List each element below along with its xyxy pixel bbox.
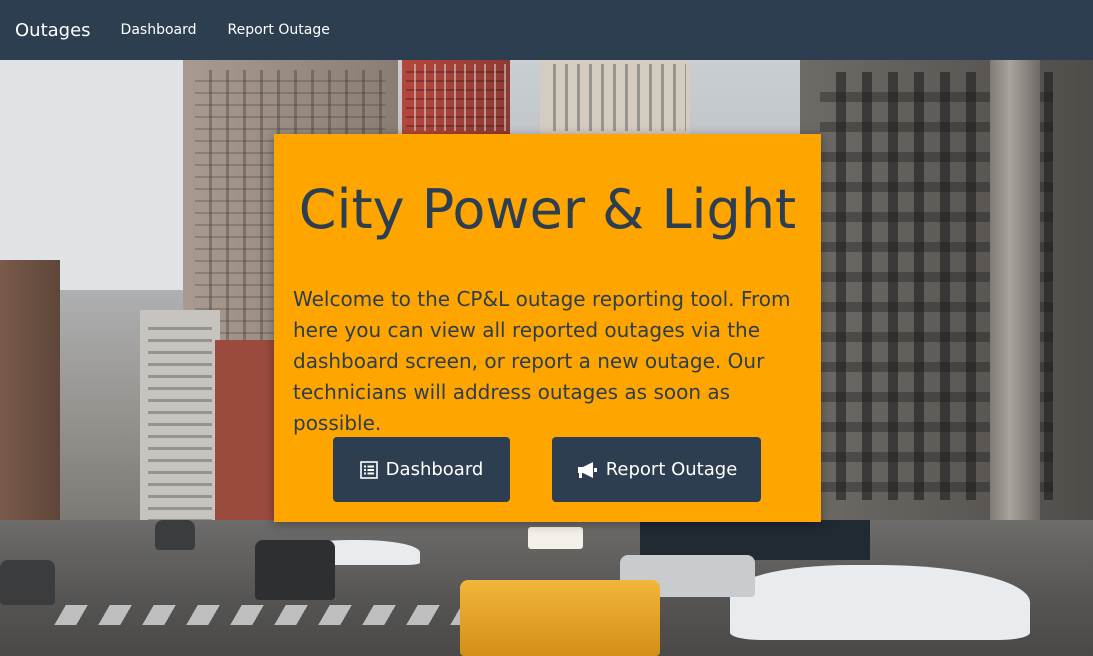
snow-pile [730,565,1030,640]
nav-link-dashboard[interactable]: Dashboard [121,22,197,38]
building-left [0,260,60,560]
building-brick [215,340,275,540]
storefront [640,520,870,560]
nav-link-report-outage[interactable]: Report Outage [228,22,330,38]
taxi-cab [460,580,660,656]
bullhorn-icon [576,461,598,479]
welcome-text: Welcome to the CP&L outage reporting too… [293,287,791,435]
welcome-jumbotron: City Power & Light Welcome to the CP&L o… [274,134,821,522]
sky-backdrop [0,60,183,290]
dashboard-button[interactable]: Dashboard [333,437,510,502]
list-icon [359,460,378,479]
brand-link[interactable]: Outages [15,20,91,41]
report-outage-button-label: Report Outage [605,459,738,480]
stone-column [990,60,1040,530]
car [255,540,335,600]
building-mid [140,310,220,540]
report-outage-button[interactable]: Report Outage [552,437,761,502]
car [0,560,55,605]
taxi-sign [528,527,583,549]
building-red [402,60,510,135]
crosswalk [54,605,486,625]
building-light [540,60,690,135]
page-title: City Power & Light [298,178,797,241]
dashboard-button-label: Dashboard [385,459,484,480]
car [155,520,195,550]
building-right [800,60,1093,530]
top-navbar: Outages Dashboard Report Outage [0,0,1093,60]
